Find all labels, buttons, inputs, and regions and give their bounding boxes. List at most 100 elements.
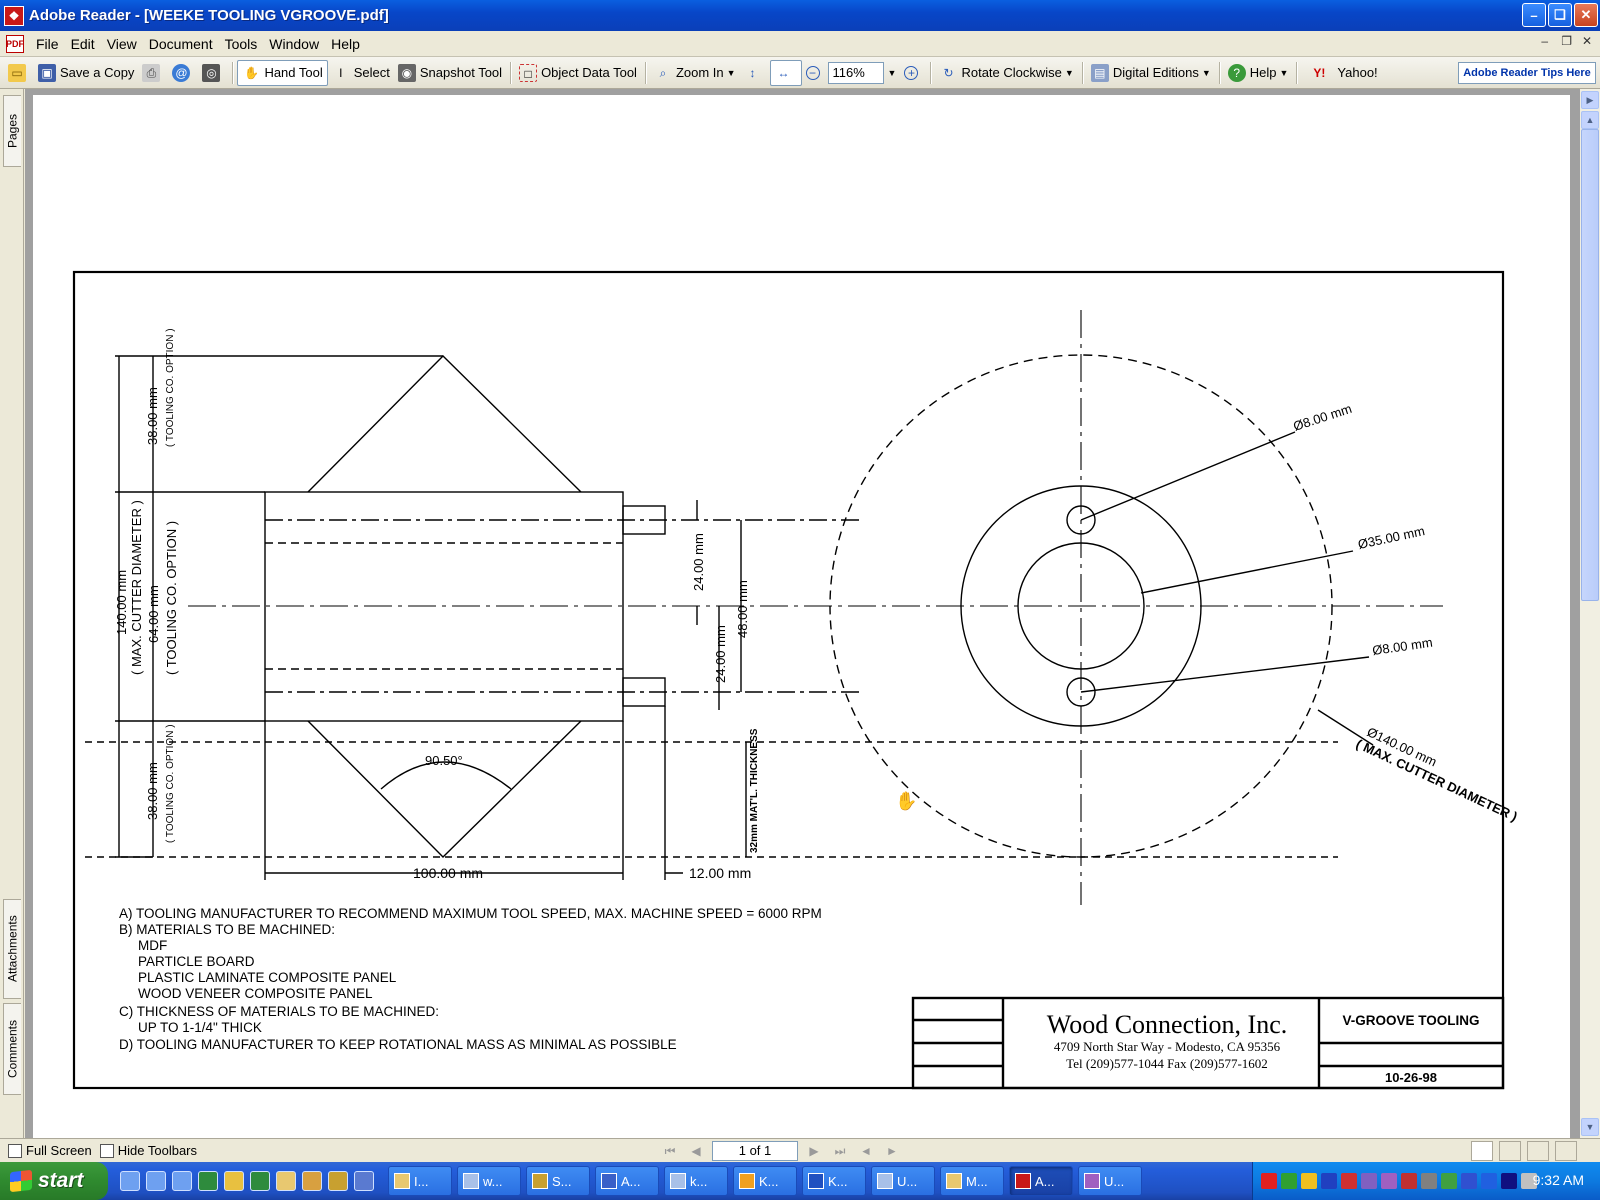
menu-edit[interactable]: Edit	[65, 36, 101, 52]
word-quicklaunch-icon[interactable]	[172, 1171, 192, 1191]
task-icon	[463, 1173, 479, 1189]
shield-quicklaunch-icon[interactable]	[354, 1171, 374, 1191]
help-button[interactable]: ? Help ▼	[1224, 60, 1293, 86]
zoom-in-button[interactable]: ⌕ Zoom In ▼	[650, 60, 740, 86]
single-page-layout-icon[interactable]	[1471, 1141, 1493, 1161]
previous-page-icon[interactable]: ◀	[686, 1142, 706, 1160]
page-number-field[interactable]: 1 of 1	[712, 1141, 798, 1161]
previous-view-icon[interactable]: ◄	[856, 1142, 876, 1160]
tab-pages[interactable]: Pages	[3, 95, 21, 167]
minimize-button[interactable]: –	[1522, 3, 1546, 27]
menu-tools[interactable]: Tools	[219, 36, 264, 52]
start-button[interactable]: start	[0, 1162, 108, 1200]
tray-icon[interactable]	[1321, 1173, 1337, 1189]
full-screen-button[interactable]: Full Screen	[8, 1143, 92, 1158]
tray-icon[interactable]	[1341, 1173, 1357, 1189]
task-9[interactable]: M...	[940, 1166, 1004, 1196]
last-page-icon[interactable]: ⏭	[830, 1142, 850, 1160]
object-data-icon: □	[519, 63, 538, 82]
task-4[interactable]: A...	[595, 1166, 659, 1196]
hide-toolbars-button[interactable]: Hide Toolbars	[99, 1143, 197, 1158]
object-data-tool-button[interactable]: □ Object Data Tool	[515, 60, 641, 86]
tray-icon[interactable]	[1361, 1173, 1377, 1189]
tab-comments[interactable]: Comments	[3, 1003, 21, 1095]
excel-quicklaunch-icon[interactable]	[198, 1171, 218, 1191]
folder-quicklaunch-icon[interactable]	[276, 1171, 296, 1191]
select-tool-button[interactable]: I Select	[328, 60, 394, 86]
tray-icon[interactable]	[1401, 1173, 1417, 1189]
task-10-adobe-reader[interactable]: A...	[1009, 1166, 1073, 1196]
scroll-right-icon[interactable]: ▶	[1581, 91, 1599, 109]
task-11[interactable]: U...	[1078, 1166, 1142, 1196]
digital-editions-button[interactable]: ▤ Digital Editions ▼	[1087, 60, 1215, 86]
task-icon	[601, 1173, 617, 1189]
tray-icon[interactable]	[1421, 1173, 1437, 1189]
app-quicklaunch-icon[interactable]	[224, 1171, 244, 1191]
task-1[interactable]: I...	[388, 1166, 452, 1196]
menu-file[interactable]: File	[30, 36, 65, 52]
tray-icon[interactable]	[1301, 1173, 1317, 1189]
task-8[interactable]: U...	[871, 1166, 935, 1196]
vertical-scrollbar[interactable]: ▶ ▲ ▼	[1580, 89, 1600, 1138]
scroll-thumb[interactable]	[1581, 129, 1599, 601]
doc-minimize-icon[interactable]: –	[1541, 34, 1548, 48]
menu-document[interactable]: Document	[143, 36, 219, 52]
tray-icon[interactable]	[1501, 1173, 1517, 1189]
rotate-clockwise-button[interactable]: ↻ Rotate Clockwise ▼	[935, 60, 1077, 86]
continuous-facing-layout-icon[interactable]	[1555, 1141, 1577, 1161]
open-button[interactable]: ▭	[4, 60, 34, 86]
tray-icon[interactable]	[1281, 1173, 1297, 1189]
task-3[interactable]: S...	[526, 1166, 590, 1196]
scroll-up-icon[interactable]: ▲	[1581, 111, 1599, 129]
app3-quicklaunch-icon[interactable]	[302, 1171, 322, 1191]
ie2-quicklaunch-icon[interactable]	[146, 1171, 166, 1191]
tray-icon[interactable]	[1381, 1173, 1397, 1189]
zoom-out-button[interactable]: −	[802, 60, 828, 86]
magnifier-icon: ⌕	[659, 65, 667, 80]
maximize-button[interactable]: ❏	[1548, 3, 1572, 27]
zoom-input[interactable]	[827, 61, 884, 84]
rotate-label: Rotate Clockwise	[961, 65, 1062, 80]
reader-tips-link[interactable]: Adobe Reader Tips Here	[1458, 61, 1596, 84]
app2-quicklaunch-icon[interactable]	[250, 1171, 270, 1191]
scroll-down-icon[interactable]: ▼	[1581, 1118, 1599, 1136]
task-6[interactable]: K...	[733, 1166, 797, 1196]
doc-restore-icon[interactable]: ❐	[1561, 34, 1572, 48]
task-2[interactable]: w...	[457, 1166, 521, 1196]
ie-quicklaunch-icon[interactable]	[120, 1171, 140, 1191]
task-7[interactable]: K...	[802, 1166, 866, 1196]
tray-icon[interactable]	[1441, 1173, 1457, 1189]
search-button[interactable]: ◎	[198, 60, 228, 86]
clock[interactable]: 9:32 AM	[1533, 1172, 1584, 1188]
menu-window[interactable]: Window	[263, 36, 325, 52]
fit-page-button[interactable]: ↕	[740, 60, 770, 86]
doc-close-icon[interactable]: ✕	[1582, 34, 1592, 48]
pdf-document-icon[interactable]: PDF	[6, 34, 24, 53]
print-button[interactable]: ⎙	[138, 60, 168, 86]
fit-width-button[interactable]: ↔	[769, 59, 802, 86]
zoom-dropdown-button[interactable]: ▼	[884, 60, 901, 86]
next-view-icon[interactable]: ►	[882, 1142, 902, 1160]
yahoo-button[interactable]: Y! Yahoo!	[1301, 60, 1381, 86]
close-button[interactable]: ✕	[1574, 3, 1598, 27]
continuous-layout-icon[interactable]	[1499, 1141, 1521, 1161]
facing-layout-icon[interactable]	[1527, 1141, 1549, 1161]
tab-attachments[interactable]: Attachments	[3, 899, 21, 999]
hand-tool-button[interactable]: ✋ Hand Tool	[237, 59, 328, 86]
next-page-icon[interactable]: ▶	[804, 1142, 824, 1160]
toolbar-separator	[1296, 61, 1298, 84]
save-copy-button[interactable]: ▣ Save a Copy	[34, 60, 138, 86]
tray-icon[interactable]	[1261, 1173, 1277, 1189]
tray-icon[interactable]	[1481, 1173, 1497, 1189]
first-page-icon[interactable]: ⏮	[660, 1142, 680, 1160]
menu-view[interactable]: View	[101, 36, 143, 52]
snapshot-tool-button[interactable]: ◉ Snapshot Tool	[394, 60, 506, 86]
document-view[interactable]: 90.50° 38.00 mm ( TOOLING CO. OPTION ) 1…	[25, 89, 1580, 1138]
tools-quicklaunch-icon[interactable]	[328, 1171, 348, 1191]
zoom-plus-button[interactable]: +	[900, 60, 926, 86]
tray-icon[interactable]	[1461, 1173, 1477, 1189]
menu-help[interactable]: Help	[325, 36, 366, 52]
email-button[interactable]: @	[168, 60, 198, 86]
task-5[interactable]: k...	[664, 1166, 728, 1196]
snapshot-label: Snapshot Tool	[419, 65, 503, 80]
